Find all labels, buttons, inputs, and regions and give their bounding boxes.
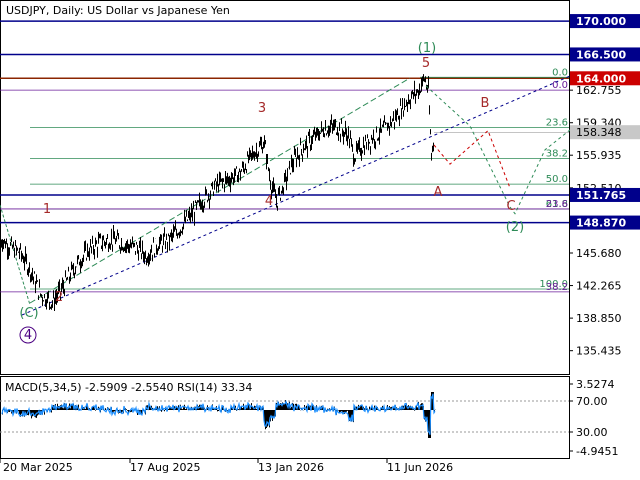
fib-label: 38.2 <box>546 282 568 293</box>
wave-label: C <box>506 199 515 214</box>
time-tick-label: 17 Aug 2025 <box>130 461 200 474</box>
price-tick-label: 162.755 <box>576 84 622 97</box>
indicator-axis-label: 30.00 <box>576 426 608 439</box>
price-tick-label: 138.850 <box>576 312 622 325</box>
price-tick-label: 145.680 <box>576 247 622 260</box>
time-axis: 20 Mar 2025 17 Aug 2025 13 Jan 2026 11 J… <box>0 459 453 474</box>
price-tick-label: 166.500 <box>576 48 626 61</box>
fib-label: 23.6 <box>546 117 568 128</box>
price-tick-label: 148.870 <box>576 217 626 230</box>
wave-label: A <box>434 185 443 200</box>
indicator-axis-label: 3.5274 <box>576 378 615 391</box>
wave-label: (C) <box>19 306 38 321</box>
price-tick-label: 170.000 <box>576 15 626 28</box>
wave-label: (1) <box>418 41 436 56</box>
wave-label: 2 <box>55 290 63 305</box>
price-tick-label: 151.765 <box>576 189 626 202</box>
fib-label: 0.0 <box>552 80 568 91</box>
wave-label: 1 <box>43 202 51 217</box>
wave-label: 4 <box>24 328 32 343</box>
price-tick-label: 158.348 <box>576 126 622 139</box>
price-tick-label: 155.935 <box>576 149 622 162</box>
chart-title: USDJPY, Daily: US Dollar vs Japanese Yen <box>6 4 230 17</box>
indicator-axis-label: 70.00 <box>576 395 608 408</box>
time-tick-label: 11 Jun 2026 <box>387 461 453 474</box>
indicator-title: MACD(5,34,5) -2.5909 -2.5540 RSI(14) 33.… <box>5 381 252 394</box>
wave-label: (2) <box>506 220 524 235</box>
price-axis: 170.000166.500164.000162.755159.340158.3… <box>569 14 640 358</box>
main-pane <box>0 0 570 375</box>
time-tick-label: 13 Jan 2026 <box>258 461 324 474</box>
wave-label: 4 <box>265 194 273 209</box>
usdjpy-daily-chart: 0.023.638.250.061.8100.00.023.638.2 1234… <box>0 0 640 474</box>
indicator-axis-label: -4.9451 <box>576 445 618 458</box>
fib-label: 23.6 <box>546 199 568 210</box>
fib-label: 0.0 <box>552 67 568 78</box>
time-tick-label: 20 Mar 2025 <box>3 461 73 474</box>
wave-label: 5 <box>422 56 430 71</box>
fib-label: 50.0 <box>546 174 568 185</box>
price-tick-label: 135.435 <box>576 345 622 358</box>
fib-label: 38.2 <box>546 148 568 159</box>
wave-label: 3 <box>258 101 266 116</box>
price-tick-label: 142.265 <box>576 280 622 293</box>
wave-label: B <box>481 96 490 111</box>
